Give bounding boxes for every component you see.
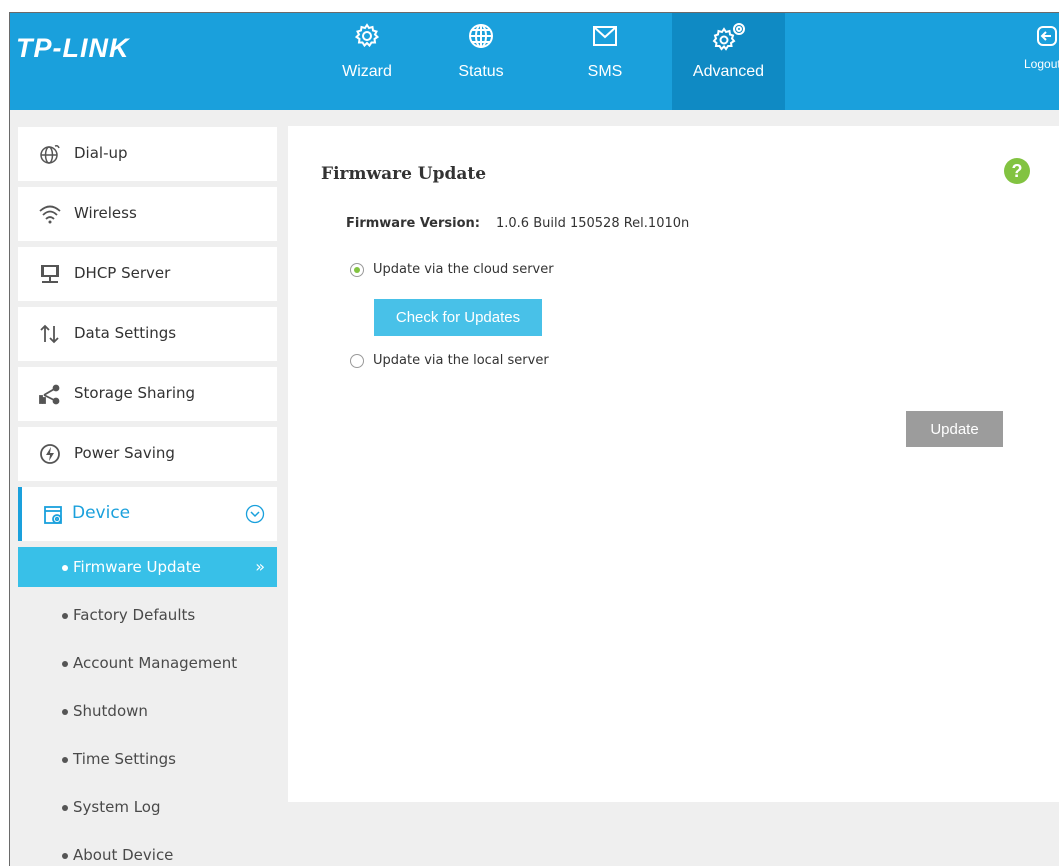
main-panel: Firmware Update ? Firmware Version: 1.0.… — [288, 126, 1059, 802]
sidebar-item-label: Wireless — [74, 204, 137, 222]
server-icon — [41, 265, 59, 283]
page-title: Firmware Update — [321, 164, 487, 184]
bullet-icon — [62, 661, 68, 667]
sidebar-item-device[interactable]: Device — [18, 487, 277, 541]
sidebar-subitem-firmware-update[interactable]: Firmware Update » — [18, 547, 277, 587]
nav-status[interactable]: Status — [442, 13, 520, 110]
sidebar-item-data-settings[interactable]: Data Settings — [18, 307, 277, 361]
sidebar-subitem-label: About Device — [73, 846, 174, 864]
device-settings-icon — [44, 506, 62, 524]
gear-icon — [354, 23, 380, 48]
bullet-icon — [62, 853, 68, 859]
sidebar-subitem-account-management[interactable]: Account Management — [18, 643, 277, 683]
gears-icon — [712, 23, 745, 51]
globe-icon — [469, 24, 493, 48]
double-chevron-right-icon: » — [255, 557, 265, 576]
sidebar-subitem-label: Account Management — [73, 654, 238, 672]
nav-sms[interactable]: SMS — [570, 13, 640, 110]
nav-wizard[interactable]: Wizard — [328, 13, 406, 110]
firmware-version-label: Firmware Version: — [346, 216, 480, 231]
tp-link-logo: TP-LINK — [16, 33, 130, 63]
logout-button[interactable]: Logout — [1020, 13, 1059, 110]
sidebar-subitem-label: Shutdown — [73, 702, 148, 720]
sidebar-subitem-time-settings[interactable]: Time Settings — [18, 739, 277, 779]
share-icon — [39, 384, 60, 405]
sidebar-item-label: Dial-up — [74, 144, 128, 162]
radio-button-checked[interactable] — [350, 263, 364, 277]
firmware-version-value: 1.0.6 Build 150528 Rel.1010n — [496, 216, 690, 231]
sidebar-item-label: DHCP Server — [74, 264, 171, 282]
sidebar-subitem-about-device[interactable]: About Device — [18, 835, 277, 866]
chevron-down-icon[interactable] — [245, 504, 265, 524]
arrows-updown-icon — [40, 324, 59, 344]
radio-button-unchecked[interactable] — [350, 354, 364, 368]
logout-icon — [1037, 26, 1057, 46]
nav-advanced[interactable]: Advanced — [672, 13, 785, 110]
sidebar-item-dhcp-server[interactable]: DHCP Server — [18, 247, 277, 301]
app-frame: TP-LINK Wizard Status SMS Advanced Logou… — [9, 12, 1059, 866]
sidebar-subitem-label: Time Settings — [73, 750, 177, 768]
sidebar-item-wireless[interactable]: Wireless — [18, 187, 277, 241]
sidebar-item-label: Data Settings — [74, 324, 177, 342]
logout-label: Logout — [1024, 57, 1059, 71]
sidebar-item-label: Device — [72, 503, 131, 523]
help-icon[interactable]: ? — [1004, 158, 1030, 184]
bullet-icon — [62, 613, 68, 619]
update-button[interactable]: Update — [906, 411, 1003, 447]
radio-cloud-label: Update via the cloud server — [373, 262, 554, 277]
sidebar-item-label: Storage Sharing — [74, 384, 196, 402]
wifi-icon — [39, 205, 61, 224]
nav-status-label: Status — [458, 63, 504, 80]
bullet-icon — [62, 757, 68, 763]
sidebar-item-dial-up[interactable]: Dial-up — [18, 127, 277, 181]
sidebar-item-label: Power Saving — [74, 444, 175, 462]
top-header: TP-LINK Wizard Status SMS Advanced Logou… — [10, 13, 1059, 110]
bullet-icon — [62, 565, 68, 571]
nav-sms-label: SMS — [587, 63, 623, 80]
sidebar-subitem-label: System Log — [73, 798, 161, 816]
power-icon — [40, 444, 60, 464]
check-for-updates-button[interactable]: Check for Updates — [374, 299, 542, 336]
sidebar-subitem-system-log[interactable]: System Log — [18, 787, 277, 827]
sidebar-subitem-label: Factory Defaults — [73, 606, 196, 624]
sidebar-subitem-label: Firmware Update — [73, 558, 201, 576]
sidebar-item-storage-sharing[interactable]: Storage Sharing — [18, 367, 277, 421]
sidebar-subitem-shutdown[interactable]: Shutdown — [18, 691, 277, 731]
bullet-icon — [62, 805, 68, 811]
envelope-icon — [593, 26, 617, 46]
sidebar-item-power-saving[interactable]: Power Saving — [18, 427, 277, 481]
globe-icon — [40, 145, 60, 164]
nav-wizard-label: Wizard — [342, 63, 392, 80]
radio-local-label: Update via the local server — [373, 353, 549, 368]
bullet-icon — [62, 709, 68, 715]
sidebar-subitem-factory-defaults[interactable]: Factory Defaults — [18, 595, 277, 635]
nav-advanced-label: Advanced — [692, 63, 765, 80]
